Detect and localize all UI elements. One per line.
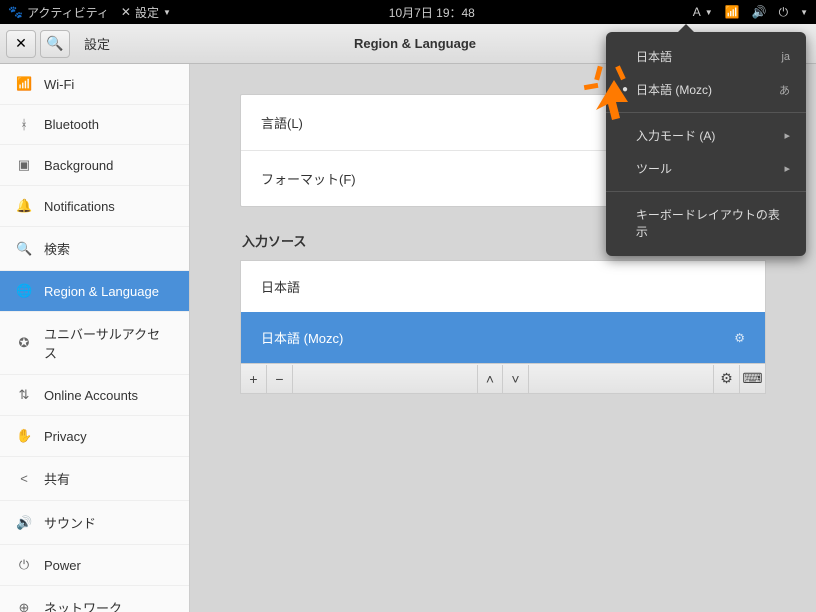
sidebar-item--[interactable]: ✪ ユニバーサルアクセス [0,312,189,375]
sidebar-icon: ⇅ [16,387,32,403]
chevron-right-icon: ▸ [784,129,790,142]
sidebar-icon: < [16,471,32,486]
sidebar-item-wi-fi[interactable]: 📶 Wi-Fi [0,64,189,105]
input-source-row[interactable]: 日本語 [241,261,765,312]
source-label: 日本語 [261,277,300,296]
all-settings-button[interactable]: ✕ [6,30,36,58]
clock[interactable]: 10月7日 19：48 [171,4,693,21]
chevron-down-icon: ˅ [511,371,519,387]
move-up-button[interactable]: ˄ [477,365,503,393]
separator [606,191,806,192]
sidebar-item-notifications[interactable]: 🔔 Notifications [0,186,189,227]
source-settings-button[interactable]: ⚙ [713,365,739,393]
ime-option-mozc[interactable]: ● 日本語 (Mozc) あ [606,73,806,106]
sidebar-item-label: サウンド [44,513,96,532]
sidebar-item--[interactable]: 🔊 サウンド [0,501,189,545]
sidebar-item--[interactable]: ⊕ ネットワーク [0,586,189,612]
sidebar-item-label: 共有 [44,469,70,488]
sidebar-icon: ᚼ [16,117,32,132]
move-down-button[interactable]: ˅ [503,365,529,393]
search-button[interactable]: 🔍 [40,30,70,58]
sidebar-item-label: Wi-Fi [44,77,74,92]
sidebar-item-label: ネットワーク [44,598,122,612]
top-bar: 🐾 アクティビティ ✕ 設定 ▼ 10月7日 19：48 A ▼ 📶 🔊 ⏻ ▼ [0,0,816,24]
source-settings-icon[interactable]: ⚙ [734,331,745,345]
source-label: 日本語 (Mozc) [261,328,343,347]
sidebar-item-region-language[interactable]: 🌐 Region & Language [0,271,189,312]
sidebar-item-power[interactable]: ⏻ Power [0,545,189,586]
sidebar-icon: 🔔 [16,198,32,214]
sidebar-icon: 🔍 [16,241,32,257]
ime-popup: 日本語 ja ● 日本語 (Mozc) あ 入力モード (A) ▸ ツール ▸ … [606,32,806,256]
sidebar-item-label: Online Accounts [44,388,138,403]
sidebar-icon: ✪ [16,335,32,351]
input-mode-item[interactable]: 入力モード (A) ▸ [606,119,806,152]
sidebar-icon: 🌐 [16,283,32,299]
sidebar-item-label: 検索 [44,239,70,258]
gnome-foot-icon: 🐾 [8,5,23,19]
tools-icon: ✕ [15,35,27,52]
ime-option-label: 日本語 (Mozc) [636,81,712,98]
network-icon[interactable]: 📶 [725,5,740,19]
current-app[interactable]: ✕ 設定 ▼ [121,4,171,21]
separator [606,112,806,113]
input-source-row[interactable]: 日本語 (Mozc) ⚙ [241,312,765,363]
sidebar-item-privacy[interactable]: ✋ Privacy [0,416,189,457]
sidebar-item-label: Bluetooth [44,117,99,132]
chevron-right-icon: ▸ [784,162,790,175]
add-source-button[interactable]: + [241,365,267,393]
sidebar-item-label: Privacy [44,429,87,444]
keyboard-layout-button[interactable]: ⌨ [739,365,765,393]
sidebar-item--[interactable]: < 共有 [0,457,189,501]
sidebar-item-label: Power [44,558,81,573]
activities-button[interactable]: 🐾 アクティビティ [8,4,109,21]
gear-icon: ⚙ [720,370,733,387]
sidebar-item-label: Region & Language [44,284,159,299]
chevron-down-icon[interactable]: ▼ [800,8,808,17]
sidebar-icon: ▣ [16,157,32,173]
activities-label: アクティビティ [27,4,109,21]
sidebar-icon: ✋ [16,428,32,444]
input-source-toolbar: + − ˄ ˅ ⚙ ⌨ [240,364,766,394]
sidebar-icon: ⏻ [16,557,32,573]
ime-option-label: 日本語 [636,48,672,65]
ime-option-japanese[interactable]: 日本語 ja [606,40,806,73]
ime-option-indicator: ja [781,51,790,63]
radio-checked-icon: ● [622,84,636,95]
sidebar-item-label: Notifications [44,199,115,214]
show-keyboard-layout-item[interactable]: キーボードレイアウトの表示 [606,198,806,248]
volume-icon[interactable]: 🔊 [752,5,767,19]
tools-label: ツール [636,160,672,177]
minus-icon: − [275,371,283,387]
plus-icon: + [249,371,257,387]
sidebar-icon: 📶 [16,76,32,92]
sidebar-icon: ⊕ [16,600,32,612]
chevron-down-icon: ▼ [705,8,713,17]
tools-item[interactable]: ツール ▸ [606,152,806,185]
show-layout-label: キーボードレイアウトの表示 [636,206,790,240]
sidebar-item-background[interactable]: ▣ Background [0,145,189,186]
current-app-label: 設定 [135,4,159,21]
sidebar-item-label: Background [44,158,113,173]
tools-icon: ✕ [121,5,131,19]
sidebar: 📶 Wi-Fi ᚼ Bluetooth ▣ Background 🔔 Notification… [0,64,190,612]
ime-indicator[interactable]: A ▼ [693,5,713,19]
chevron-down-icon: ▼ [163,8,171,17]
sidebar-item-online-accounts[interactable]: ⇅ Online Accounts [0,375,189,416]
chevron-up-icon: ˄ [486,371,494,387]
sidebar-item-label: ユニバーサルアクセス [44,324,173,362]
ime-option-indicator: あ [779,82,790,98]
power-icon[interactable]: ⏻ [779,5,789,20]
sidebar-item-bluetooth[interactable]: ᚼ Bluetooth [0,105,189,145]
sidebar-icon: 🔊 [16,515,32,531]
input-source-list: 日本語日本語 (Mozc) ⚙ [240,260,766,364]
sidebar-item--[interactable]: 🔍 検索 [0,227,189,271]
input-mode-label: 入力モード (A) [636,127,715,144]
titlebar-app-title: 設定 [84,34,110,53]
remove-source-button[interactable]: − [267,365,293,393]
keyboard-icon: ⌨ [742,370,762,387]
search-icon: 🔍 [46,35,63,52]
ime-label: A [693,5,701,19]
